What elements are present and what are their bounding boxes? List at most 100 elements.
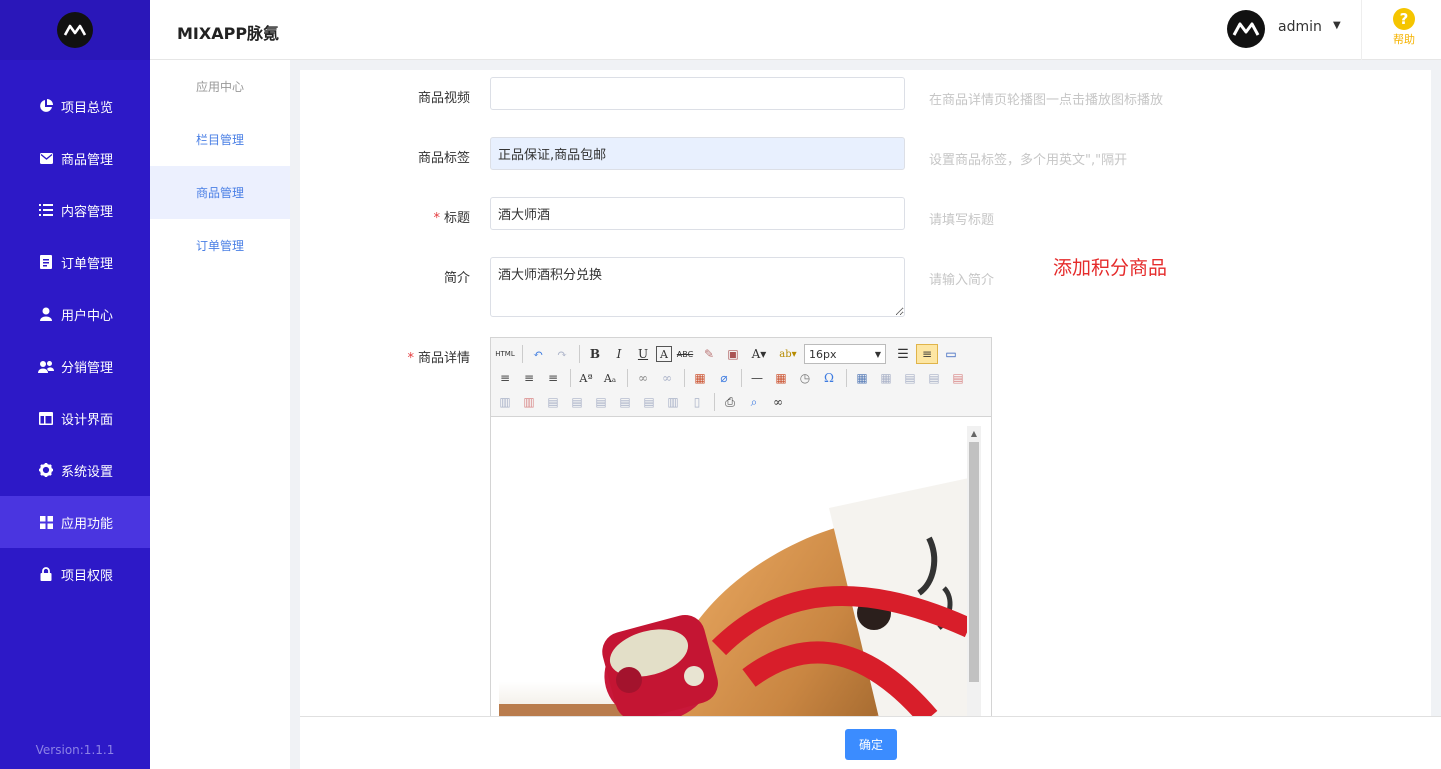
help-label: 帮助 <box>1393 33 1415 46</box>
sidebar-item-settings[interactable]: 系统设置 <box>0 444 150 496</box>
subnav-item-columns[interactable]: 栏目管理 <box>150 113 290 166</box>
logo[interactable] <box>57 12 93 48</box>
confirm-button[interactable]: 确定 <box>845 729 897 760</box>
toolbar-separator <box>579 345 580 363</box>
editor-toolbar: HTML ↶ ↷ B I U A ABC ✎ ▣ A▾ ab▾ 16px ▼ ☰ … <box>491 338 991 417</box>
redo-icon[interactable]: ↷ <box>551 344 573 364</box>
toolbar-row: ≡ ≡ ≡ Aª Aₐ ∞ ∞ ▦ ⌀ — ▦ ◷ Ω ▦ ▦ ▤ ▤ ▤ <box>494 366 988 390</box>
list-icon <box>38 202 54 218</box>
sidebar-item-label: 内容管理 <box>61 204 114 220</box>
divider <box>1361 0 1362 60</box>
highlight-icon[interactable]: ab▾ <box>774 344 802 364</box>
intro-textarea[interactable]: 酒大师酒积分兑换 <box>490 257 905 317</box>
video-input[interactable] <box>490 77 905 110</box>
subnav-item-app-center[interactable]: 应用中心 <box>150 60 290 113</box>
time-icon[interactable]: ◷ <box>794 368 816 388</box>
paste-icon[interactable]: ▣ <box>722 344 744 364</box>
date-icon[interactable]: ▦ <box>770 368 792 388</box>
split-rows-icon[interactable]: ▤ <box>638 392 660 412</box>
annotation-text: 添加积分商品 <box>1053 257 1168 279</box>
sidebar-item-content[interactable]: 内容管理 <box>0 184 150 236</box>
subnav-item-products[interactable]: 商品管理 <box>150 166 290 219</box>
sidebar-item-label: 设计界面 <box>61 412 114 428</box>
font-size-value: 16px <box>809 347 837 361</box>
search-icon[interactable]: ⌕ <box>743 392 765 412</box>
attachment-icon[interactable]: ⌀ <box>713 368 735 388</box>
toolbar-separator <box>714 393 715 411</box>
undo-icon[interactable]: ↶ <box>527 344 549 364</box>
superscript-icon[interactable]: Aª <box>575 368 597 388</box>
sidebar-item-label: 商品管理 <box>61 152 114 168</box>
subnav-item-orders[interactable]: 订单管理 <box>150 219 290 272</box>
align-center-icon[interactable]: ≡ <box>494 368 516 388</box>
pie-chart-icon <box>38 98 54 114</box>
underline-icon[interactable]: U <box>632 344 654 364</box>
sidebar-item-apps[interactable]: 应用功能 <box>0 496 150 548</box>
version-label: Version:1.1.1 <box>35 743 115 757</box>
scroll-thumb[interactable] <box>969 442 979 682</box>
sidebar-item-design[interactable]: 设计界面 <box>0 392 150 444</box>
table-icon[interactable]: ▦ <box>851 368 873 388</box>
image-icon[interactable]: ▦ <box>689 368 711 388</box>
sidebar-item-label: 项目权限 <box>61 568 114 584</box>
font-border-icon[interactable]: A <box>656 346 672 362</box>
avatar[interactable] <box>1227 10 1265 48</box>
delete-col-icon[interactable]: ▥ <box>518 392 540 412</box>
split-cols-icon[interactable]: ▥ <box>662 392 684 412</box>
insert-col-icon[interactable]: ▥ <box>494 392 516 412</box>
strikethrough-icon[interactable]: ABC <box>674 344 696 364</box>
table-delete-icon[interactable]: ▦ <box>875 368 897 388</box>
font-size-select[interactable]: 16px ▼ <box>804 344 886 364</box>
username[interactable]: admin <box>1278 19 1322 35</box>
split-cells-icon[interactable]: ▤ <box>614 392 636 412</box>
font-color-icon[interactable]: A▾ <box>746 344 772 364</box>
tags-hint: 设置商品标签，多个用英文","隔开 <box>929 153 1128 168</box>
sidebar-item-distribution[interactable]: 分销管理 <box>0 340 150 392</box>
merge-down-icon[interactable]: ▤ <box>590 392 612 412</box>
delete-row-icon[interactable]: ▤ <box>947 368 969 388</box>
product-image <box>499 418 969 716</box>
special-char-icon[interactable]: Ω <box>818 368 840 388</box>
product-form: 商品视频 在商品详情页轮播图一点击播放图标播放 商品标签 设置商品标签，多个用英… <box>300 70 1431 716</box>
unlink-icon[interactable]: ∞ <box>656 368 678 388</box>
caret-down-icon[interactable]: ▼ <box>1333 20 1341 31</box>
toolbar-row: ▥ ▥ ▤ ▤ ▤ ▤ ▤ ▥ ▯ ⎙ ⌕ ∞ <box>494 390 988 414</box>
sidebar-item-orders[interactable]: 订单管理 <box>0 236 150 288</box>
merge-cells-icon[interactable]: ▤ <box>542 392 564 412</box>
table-insert-paragraph-icon[interactable]: ▤ <box>899 368 921 388</box>
cell-props-icon[interactable]: ▯ <box>686 392 708 412</box>
help-icon: ? <box>1393 8 1415 30</box>
editor-content[interactable] <box>491 418 991 716</box>
scroll-up-icon[interactable]: ▲ <box>967 426 981 440</box>
html-source-icon[interactable]: HTML <box>494 344 516 364</box>
align-left-icon[interactable]: ≡ <box>916 344 938 364</box>
title-input[interactable] <box>490 197 905 230</box>
sidebar-item-products[interactable]: 商品管理 <box>0 132 150 184</box>
sidebar-item-permissions[interactable]: 项目权限 <box>0 548 150 600</box>
sidebar-item-users[interactable]: 用户中心 <box>0 288 150 340</box>
sidebar-item-overview[interactable]: 项目总览 <box>0 80 150 132</box>
grid-icon <box>38 514 54 530</box>
binoculars-icon[interactable]: ∞ <box>767 392 789 412</box>
print-icon[interactable]: ⎙ <box>719 392 741 412</box>
align-justify-icon[interactable]: ≡ <box>542 368 564 388</box>
tags-input[interactable] <box>490 137 905 170</box>
indent-icon[interactable]: ☰ <box>892 344 914 364</box>
insert-row-icon[interactable]: ▤ <box>923 368 945 388</box>
align-right-icon[interactable]: ≡ <box>518 368 540 388</box>
link-icon[interactable]: ∞ <box>632 368 654 388</box>
envelope-icon <box>38 150 54 166</box>
sidebar-item-label: 订单管理 <box>61 256 114 272</box>
detail-label-text: 商品详情 <box>417 351 470 366</box>
subscript-icon[interactable]: Aₐ <box>599 368 621 388</box>
italic-icon[interactable]: I <box>608 344 630 364</box>
eraser-icon[interactable]: ✎ <box>698 344 720 364</box>
preview-icon[interactable]: ▭ <box>940 344 962 364</box>
bold-icon[interactable]: B <box>584 344 606 364</box>
video-label: 商品视频 <box>417 91 470 106</box>
merge-right-icon[interactable]: ▤ <box>566 392 588 412</box>
help-button[interactable]: ? 帮助 <box>1380 8 1428 47</box>
editor-scrollbar[interactable]: ▲ <box>967 426 981 716</box>
gear-icon <box>38 462 54 478</box>
horizontal-rule-icon[interactable]: — <box>746 368 768 388</box>
